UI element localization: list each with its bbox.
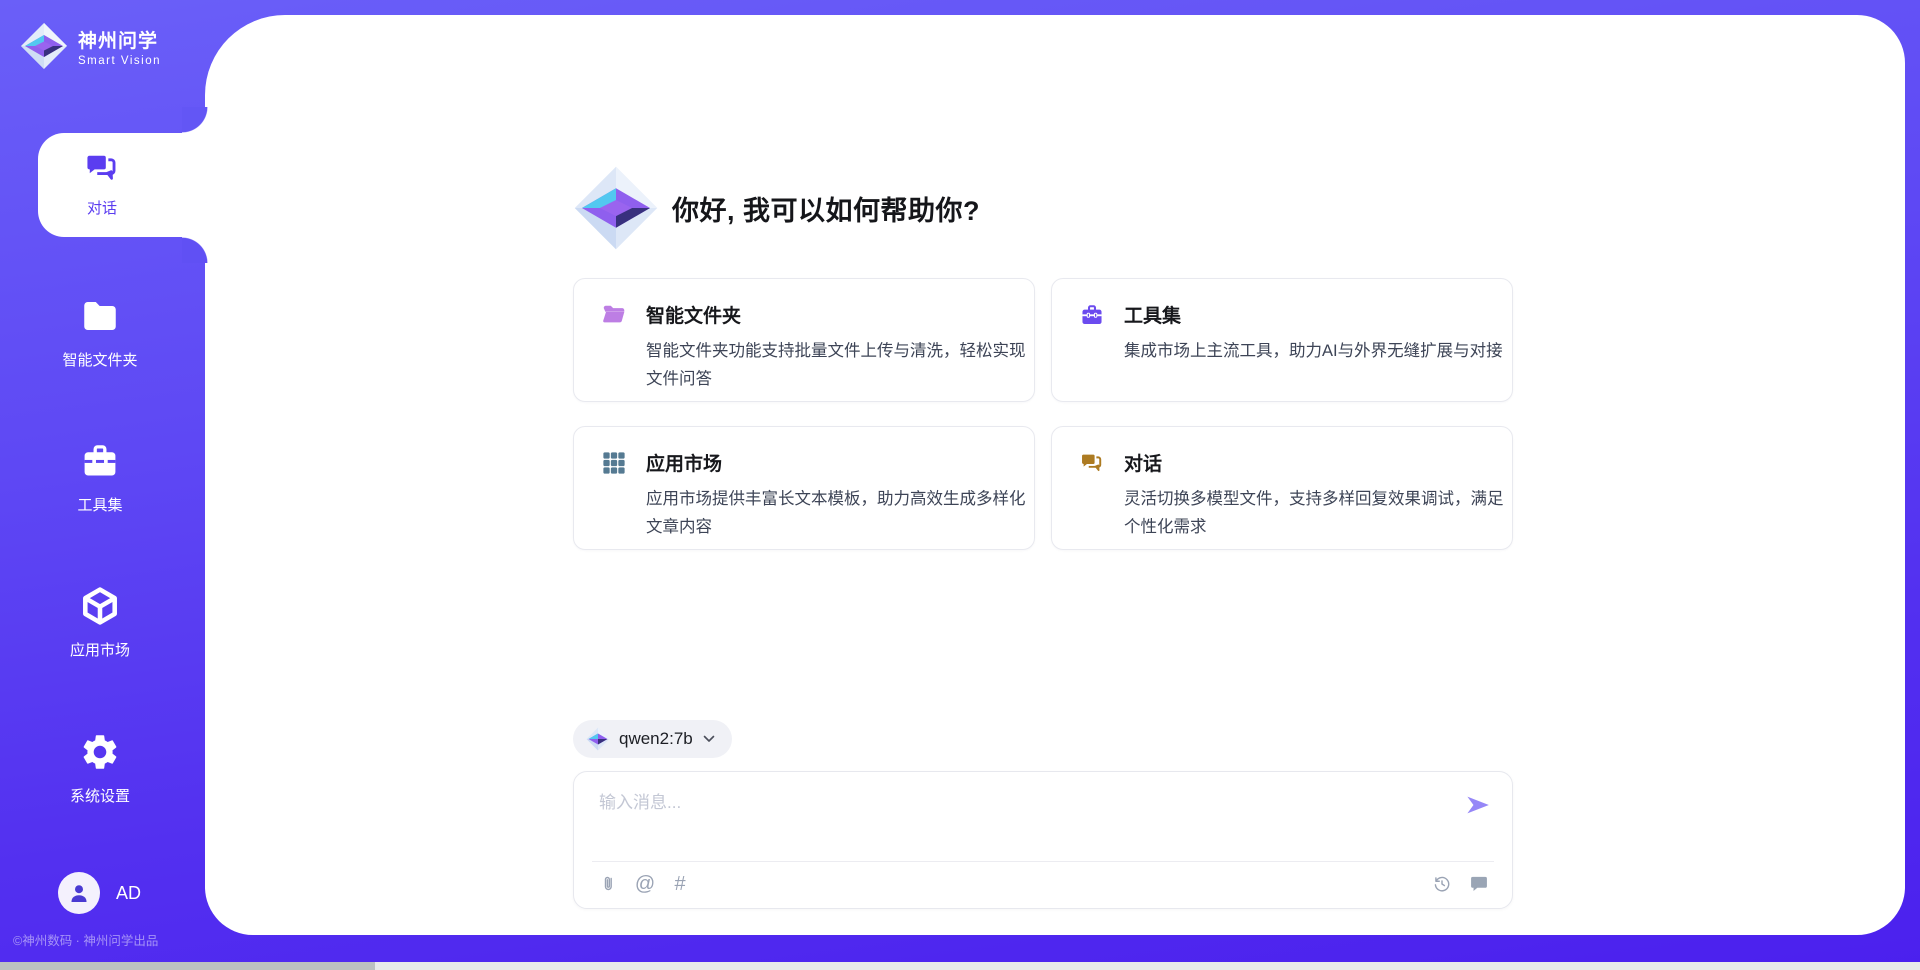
feature-cards: 智能文件夹 智能文件夹功能支持批量文件上传与清洗，轻松实现文件问答 xyxy=(573,278,1513,550)
assistant-logo-icon xyxy=(573,165,659,251)
brand-text: 神州问学 Smart Vision xyxy=(78,26,161,67)
card-app-market[interactable]: 应用市场 应用市场提供丰富长文本模板，助力高效生成多样化文章内容 xyxy=(573,426,1035,550)
person-icon xyxy=(67,881,91,905)
card-chat[interactable]: 对话 灵活切换多模型文件，支持多样回复效果调试，满足个性化需求 xyxy=(1051,426,1513,550)
toolbox-icon xyxy=(1079,302,1105,328)
composer-toolbar: @ # xyxy=(599,873,1490,895)
card-title: 工具集 xyxy=(1124,301,1181,328)
chevron-down-icon xyxy=(702,732,716,746)
mention-icon[interactable]: @ xyxy=(634,873,656,895)
history-icon[interactable] xyxy=(1431,873,1453,895)
toolbox-icon xyxy=(79,440,121,482)
card-description: 灵活切换多模型文件，支持多样回复效果调试，满足个性化需求 xyxy=(1124,485,1516,542)
gear-icon xyxy=(79,731,121,773)
card-toolset[interactable]: 工具集 集成市场上主流工具，助力AI与外界无缝扩展与对接 xyxy=(1051,278,1513,402)
sidebar-item-label: 工具集 xyxy=(0,494,200,515)
send-icon xyxy=(1465,792,1491,818)
scrollbar-thumb[interactable] xyxy=(0,962,375,970)
composer-toolbar-right xyxy=(1416,873,1490,895)
brand-name: 神州问学 xyxy=(78,26,161,53)
chat-bubbles-icon xyxy=(1079,450,1105,476)
card-description: 智能文件夹功能支持批量文件上传与清洗，轻松实现文件问答 xyxy=(646,337,1038,394)
sidebar-footer: ©神州数码 · 神州问学出品 xyxy=(13,930,158,949)
topic-icon[interactable]: # xyxy=(669,873,691,895)
card-title: 智能文件夹 xyxy=(646,301,741,328)
attach-file-icon[interactable] xyxy=(599,873,621,895)
sidebar: 神州问学 Smart Vision 对话 智能文件夹 xyxy=(0,0,205,970)
brand-logo-icon xyxy=(20,22,68,70)
card-description: 应用市场提供丰富长文本模板，助力高效生成多样化文章内容 xyxy=(646,485,1038,542)
composer: @ # xyxy=(573,771,1513,909)
topic-glyph: # xyxy=(674,874,685,894)
card-smart-folder[interactable]: 智能文件夹 智能文件夹功能支持批量文件上传与清洗，轻松实现文件问答 xyxy=(573,278,1035,402)
sidebar-item-label: 系统设置 xyxy=(0,785,200,806)
greeting: 你好, 我可以如何帮助你? xyxy=(573,15,1513,251)
chat-bubbles-icon xyxy=(83,149,121,187)
sidebar-item-label: 应用市场 xyxy=(0,639,200,660)
greeting-title: 你好, 我可以如何帮助你? xyxy=(672,189,980,228)
sidebar-item-app-market[interactable]: 应用市场 xyxy=(0,585,200,660)
grid-icon xyxy=(601,450,627,476)
brand-subtitle: Smart Vision xyxy=(78,55,161,67)
model-name: qwen2:7b xyxy=(619,729,693,749)
user-chip[interactable]: AD xyxy=(58,872,141,914)
card-description: 集成市场上主流工具，助力AI与外界无缝扩展与对接 xyxy=(1124,337,1516,365)
card-title: 对话 xyxy=(1124,449,1162,476)
card-title: 应用市场 xyxy=(646,449,722,476)
sidebar-item-label: 智能文件夹 xyxy=(0,349,200,370)
message-input[interactable] xyxy=(599,788,1449,818)
content-panel: 你好, 我可以如何帮助你? 智能文件夹 智能文件夹功能支持批量文件上传与清洗，轻… xyxy=(205,15,1905,935)
mention-glyph: @ xyxy=(635,874,655,894)
brand: 神州问学 Smart Vision xyxy=(20,22,161,70)
sidebar-item-smart-folder[interactable]: 智能文件夹 xyxy=(0,295,200,370)
send-button[interactable] xyxy=(1464,792,1492,820)
horizontal-scrollbar[interactable] xyxy=(0,962,1920,970)
comment-icon[interactable] xyxy=(1468,873,1490,895)
avatar xyxy=(58,872,100,914)
folder-icon xyxy=(79,295,121,337)
model-selector[interactable]: qwen2:7b xyxy=(573,720,732,758)
sidebar-item-chat[interactable]: 对话 xyxy=(38,133,208,237)
user-initials: AD xyxy=(116,883,141,904)
model-logo-icon xyxy=(586,727,610,751)
folder-open-icon xyxy=(601,302,627,328)
cube-icon xyxy=(79,585,121,627)
sidebar-item-toolset[interactable]: 工具集 xyxy=(0,440,200,515)
composer-divider xyxy=(592,861,1494,862)
main-column: 你好, 我可以如何帮助你? 智能文件夹 智能文件夹功能支持批量文件上传与清洗，轻… xyxy=(573,15,1513,909)
sidebar-item-settings[interactable]: 系统设置 xyxy=(0,731,200,806)
sidebar-item-label: 对话 xyxy=(50,197,154,218)
